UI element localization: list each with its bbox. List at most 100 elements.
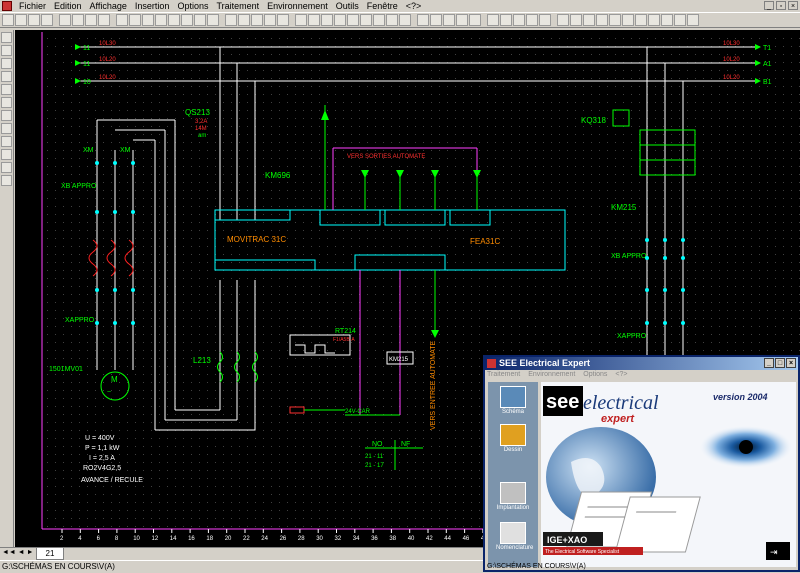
left-tool-button[interactable] — [1, 58, 12, 69]
toolbar-button[interactable] — [28, 14, 40, 26]
toolbar-button[interactable] — [251, 14, 263, 26]
splash-banner: see electrical expert version 2004 IGE+X… — [541, 382, 796, 567]
minimize-icon[interactable]: _ — [764, 1, 774, 10]
splash-menu-options[interactable]: Options — [583, 370, 607, 380]
toolbar-button[interactable] — [609, 14, 621, 26]
toolbar-button[interactable] — [168, 14, 180, 26]
toolbar-button[interactable] — [596, 14, 608, 26]
toolbar-button[interactable] — [334, 14, 346, 26]
motor-i: I = 2,5 A — [89, 455, 115, 462]
schema-icon — [500, 386, 526, 408]
menu-fenetre[interactable]: Fenêtre — [363, 1, 402, 11]
toolbar-button[interactable] — [399, 14, 411, 26]
toolbar-button[interactable] — [264, 14, 276, 26]
menu-outils[interactable]: Outils — [332, 1, 363, 11]
left-tool-button[interactable] — [1, 32, 12, 43]
label-xappro-r: XAPPRO — [617, 333, 647, 340]
left-tool-button[interactable] — [1, 97, 12, 108]
left-tool-button[interactable] — [1, 136, 12, 147]
menu-affichage[interactable]: Affichage — [86, 1, 131, 11]
toolbar-button[interactable] — [15, 14, 27, 26]
svg-text:21 - 17: 21 - 17 — [365, 463, 384, 469]
toolbar-button[interactable] — [59, 14, 71, 26]
splash-titlebar[interactable]: SEE Electrical Expert _ □ × — [485, 357, 798, 370]
left-tool-button[interactable] — [1, 162, 12, 173]
splash-minimize-icon[interactable]: _ — [764, 358, 774, 368]
toolbar-button[interactable] — [469, 14, 481, 26]
toolbar-button[interactable] — [225, 14, 237, 26]
toolbar-button[interactable] — [500, 14, 512, 26]
toolbar-button[interactable] — [687, 14, 699, 26]
toolbar-button[interactable] — [674, 14, 686, 26]
side-schema[interactable]: Schéma — [496, 386, 530, 415]
menu-edition[interactable]: Edition — [50, 1, 86, 11]
left-tool-button[interactable] — [1, 149, 12, 160]
splash-menu-environnement[interactable]: Environnement — [528, 370, 575, 380]
toolbar-button[interactable] — [72, 14, 84, 26]
toolbar-button[interactable] — [181, 14, 193, 26]
toolbar-button[interactable] — [570, 14, 582, 26]
splash-menu-traitement[interactable]: Traitement — [487, 370, 520, 380]
toolbar-button[interactable] — [98, 14, 110, 26]
toolbar-button[interactable] — [430, 14, 442, 26]
menu-help[interactable]: <?> — [402, 1, 426, 11]
toolbar-button[interactable] — [539, 14, 551, 26]
toolbar-button[interactable] — [207, 14, 219, 26]
menu-traitement[interactable]: Traitement — [212, 1, 263, 11]
toolbar-button[interactable] — [583, 14, 595, 26]
toolbar-button[interactable] — [622, 14, 634, 26]
left-tool-button[interactable] — [1, 110, 12, 121]
menu-environnement[interactable]: Environnement — [263, 1, 332, 11]
splash-close-icon[interactable]: × — [786, 358, 796, 368]
side-dessin[interactable]: Dessin — [496, 424, 530, 453]
toolbar-button[interactable] — [487, 14, 499, 26]
toolbar-button[interactable] — [194, 14, 206, 26]
toolbar-button[interactable] — [2, 14, 14, 26]
left-tool-button[interactable] — [1, 123, 12, 134]
splash-menu-help[interactable]: <?> — [615, 370, 627, 380]
toolbar-button[interactable] — [295, 14, 307, 26]
toolbar-button[interactable] — [347, 14, 359, 26]
menu-fichier[interactable]: Fichier — [15, 1, 50, 11]
app-icon[interactable] — [2, 1, 12, 11]
splash-window[interactable]: SEE Electrical Expert _ □ × Traitement E… — [483, 355, 800, 572]
toolbar-button[interactable] — [661, 14, 673, 26]
left-tool-button[interactable] — [1, 45, 12, 56]
menu-insertion[interactable]: Insertion — [131, 1, 174, 11]
left-tool-button[interactable] — [1, 84, 12, 95]
toolbar-button[interactable] — [373, 14, 385, 26]
toolbar-button[interactable] — [85, 14, 97, 26]
toolbar-button[interactable] — [526, 14, 538, 26]
toolbar-button[interactable] — [321, 14, 333, 26]
toolbar-button[interactable] — [386, 14, 398, 26]
toolbar-button[interactable] — [635, 14, 647, 26]
toolbar-button[interactable] — [443, 14, 455, 26]
toolbar-button[interactable] — [308, 14, 320, 26]
toolbar-button[interactable] — [41, 14, 53, 26]
toolbar-button[interactable] — [155, 14, 167, 26]
toolbar-button[interactable] — [417, 14, 429, 26]
close-icon[interactable]: × — [788, 1, 798, 10]
rail-wire-1: 10L30 — [99, 41, 116, 47]
left-tool-button[interactable] — [1, 175, 12, 186]
side-implantation[interactable]: Implantation — [496, 482, 530, 511]
label-xb-appro: XB APPRO — [61, 183, 97, 190]
brand-see: see — [546, 391, 579, 413]
sheet-tab[interactable]: 21 — [36, 548, 64, 560]
toolbar-button[interactable] — [360, 14, 372, 26]
splash-maximize-icon[interactable]: □ — [775, 358, 785, 368]
toolbar-button[interactable] — [648, 14, 660, 26]
menu-options[interactable]: Options — [173, 1, 212, 11]
toolbar-button[interactable] — [116, 14, 128, 26]
side-nomenclature[interactable]: Nomenclature — [496, 522, 533, 551]
toolbar-button[interactable] — [456, 14, 468, 26]
toolbar-button[interactable] — [238, 14, 250, 26]
toolbar-button[interactable] — [557, 14, 569, 26]
rail-right-2: A1 — [763, 61, 772, 68]
restore-icon[interactable]: ▫ — [776, 1, 786, 10]
toolbar-button[interactable] — [129, 14, 141, 26]
toolbar-button[interactable] — [513, 14, 525, 26]
toolbar-button[interactable] — [142, 14, 154, 26]
left-tool-button[interactable] — [1, 71, 12, 82]
toolbar-button[interactable] — [277, 14, 289, 26]
